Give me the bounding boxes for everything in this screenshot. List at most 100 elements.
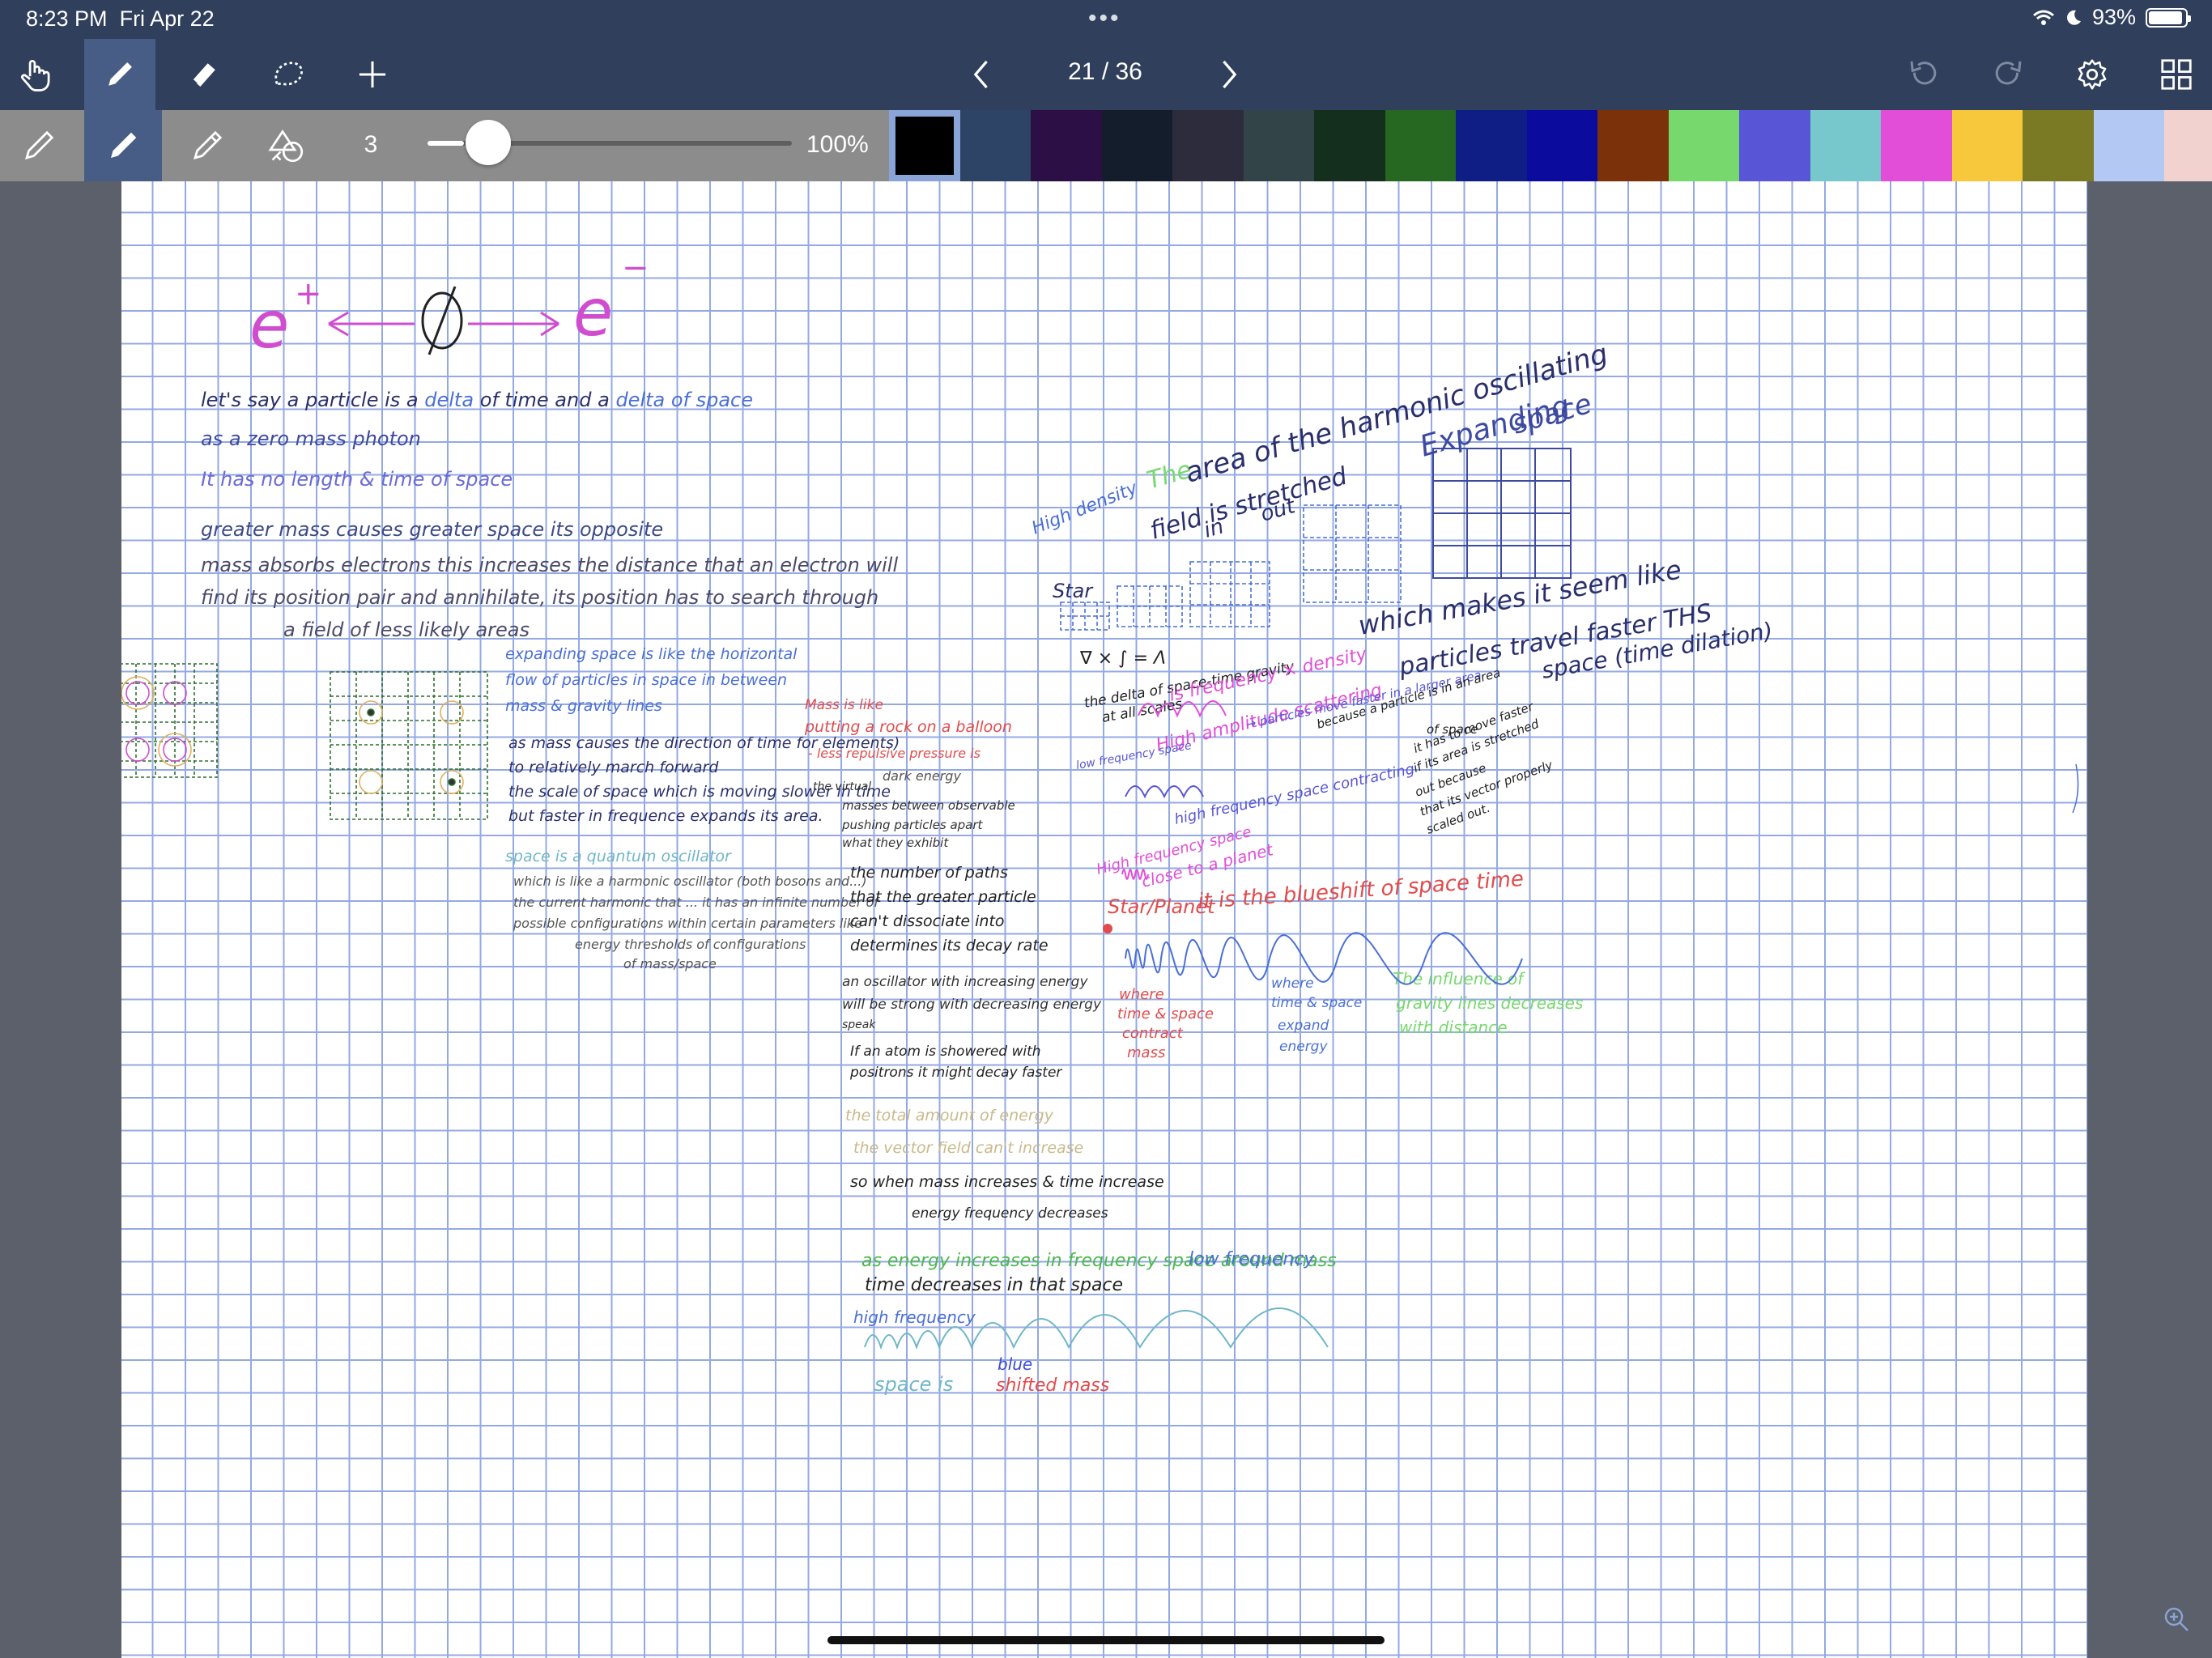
wifi-icon — [2032, 10, 2054, 25]
color-swatch[interactable] — [1031, 110, 1102, 181]
notebook-page[interactable]: e + e − let's say a particle is a delta … — [121, 181, 2087, 1658]
battery-percent: 93% — [2091, 5, 2136, 29]
color-swatch[interactable] — [1385, 110, 1456, 181]
color-swatch[interactable] — [1668, 110, 1739, 181]
multitask-dots[interactable]: ••• — [1088, 5, 1121, 32]
status-right: 93% — [2032, 5, 2191, 30]
pen-options-bar: 3 100% — [0, 110, 2212, 181]
note-line: expand — [1278, 1018, 1329, 1034]
pen-size-value: 3 — [364, 131, 378, 158]
color-swatch[interactable] — [1243, 110, 1314, 181]
color-swatch[interactable] — [1739, 110, 1810, 181]
note-line: energy thresholds of configurations — [575, 937, 806, 952]
note-line: of mass/space — [623, 956, 717, 971]
note-line: possible configurations within certain p… — [513, 916, 862, 931]
undo-button[interactable] — [1888, 39, 1959, 110]
eraser-tool-button[interactable] — [168, 39, 240, 110]
lasso-tool-button[interactable] — [253, 39, 324, 110]
note-line: it is the blueshift of space time — [1197, 867, 1524, 914]
mass-grid-sketch-2 — [330, 671, 488, 820]
note-line: low frequency space — [1075, 739, 1193, 772]
status-time: 8:23 PM Fri Apr 22 — [26, 6, 215, 31]
add-button[interactable] — [337, 39, 408, 110]
chevron-left-icon — [973, 60, 988, 89]
color-swatch[interactable] — [889, 110, 960, 181]
note-line: shifted mass — [996, 1375, 1109, 1396]
color-swatch[interactable] — [1101, 110, 1172, 181]
note-line: expanding space is like the horizontal — [505, 645, 798, 663]
note-line: low frequency — [1189, 1249, 1315, 1269]
color-swatch[interactable] — [959, 110, 1031, 181]
note-line: blue — [998, 1354, 1032, 1374]
note-line: which is like a harmonic oscillator (bot… — [513, 874, 867, 889]
ballpoint-pen-button[interactable] — [84, 110, 162, 181]
status-bar: 8:23 PM Fri Apr 22 ••• 93% — [0, 0, 2212, 39]
note-line: time & space — [1117, 1005, 1214, 1022]
color-swatch[interactable] — [2093, 110, 2164, 181]
note-line: speak — [842, 1018, 876, 1031]
page-grid-button[interactable] — [2141, 39, 2212, 110]
note-line: but faster in frequence expands its area… — [508, 807, 823, 825]
note-line: with distance. — [1399, 1018, 1512, 1037]
note-line: Mass is like — [805, 697, 883, 713]
note-line: where — [1119, 986, 1164, 1003]
color-swatch[interactable] — [1314, 110, 1385, 181]
note-line: find its position pair and annihilate, i… — [201, 586, 878, 609]
arrow-right — [468, 311, 559, 337]
color-swatch[interactable] — [1951, 110, 2023, 181]
redo-button[interactable] — [1972, 39, 2044, 110]
note-line: pushing particles apart — [841, 818, 984, 832]
moon-icon — [2067, 10, 2081, 25]
note-line: masses between observable — [842, 798, 1015, 813]
next-page-button[interactable] — [1192, 39, 1263, 110]
pen-mark — [2072, 763, 2079, 814]
note-line: an oscillator with increasing energy — [842, 974, 1088, 990]
color-swatch[interactable] — [2164, 110, 2212, 181]
note-line: space is a quantum oscillator — [505, 848, 732, 865]
zoom-in-icon[interactable] — [2160, 1603, 2193, 1635]
note-line: - less repulsive pressure is — [808, 746, 981, 761]
note-line: energy frequency decreases — [912, 1205, 1108, 1222]
ballpoint-icon — [111, 132, 137, 158]
hand-icon — [21, 60, 50, 91]
size-slider-knob[interactable] — [466, 120, 511, 165]
color-swatch[interactable] — [1810, 110, 1881, 181]
previous-page-button[interactable] — [947, 39, 1019, 110]
note-line: where — [1271, 976, 1314, 992]
quantum-oscillator-notes: space is a quantum oscillator which is l… — [505, 848, 880, 971]
color-swatch[interactable] — [2023, 110, 2094, 181]
expanding-space-grid — [1432, 448, 1572, 579]
note-line: greater mass causes greater space its op… — [201, 518, 663, 541]
hand-tool-button[interactable] — [0, 39, 71, 110]
color-swatch[interactable] — [1597, 110, 1669, 181]
note-line: dark energy — [883, 768, 961, 784]
color-swatch[interactable] — [1456, 110, 1527, 181]
page-indicator[interactable]: 21 / 36 — [1053, 58, 1158, 86]
note-line: determines its decay rate — [850, 937, 1049, 954]
gear-icon — [2078, 59, 2107, 90]
note-line: the current harmonic that ... it has an … — [513, 895, 880, 910]
note-line: a field of less likely areas — [283, 619, 530, 641]
note-line: the total amount of energy — [845, 1107, 1054, 1124]
fountain-pen-button[interactable] — [0, 110, 78, 181]
positron-label: e — [249, 287, 289, 363]
color-swatch[interactable] — [1172, 110, 1244, 181]
pen-tool-button[interactable] — [84, 39, 155, 110]
note-line: time & space — [1271, 995, 1362, 1011]
intro-notes: let's say a particle is a delta of time … — [201, 389, 898, 641]
home-indicator[interactable] — [827, 1636, 1385, 1644]
note-line: The influence of — [1393, 969, 1525, 988]
settings-button[interactable] — [2057, 39, 2128, 110]
fountain-pen-icon — [24, 130, 54, 160]
pen-icon — [108, 62, 132, 86]
chevron-right-icon — [1223, 60, 1237, 89]
pencil-button[interactable] — [168, 110, 246, 181]
note-line: flow of particles in space in between — [505, 671, 787, 689]
note-line: let's say a particle is a delta of time … — [201, 389, 753, 411]
note-line: the vector field can't increase — [853, 1139, 1083, 1157]
note-line: will be strong with decreasing energy — [842, 997, 1102, 1013]
color-swatch[interactable] — [1526, 110, 1597, 181]
color-swatch[interactable] — [1881, 110, 1952, 181]
shapes-button[interactable] — [248, 110, 325, 181]
note-line: contract — [1122, 1025, 1184, 1042]
